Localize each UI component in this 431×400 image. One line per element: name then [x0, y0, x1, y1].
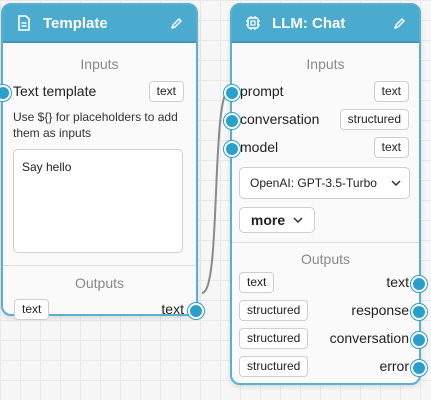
input-label: model — [240, 139, 279, 155]
pencil-icon[interactable] — [168, 15, 184, 31]
output-row-text: text text — [3, 295, 204, 323]
template-textarea[interactable]: Say hello — [13, 149, 183, 253]
input-row-model: model text — [224, 133, 419, 161]
type-badge: text — [239, 271, 275, 293]
template-node[interactable]: Template Inputs Text template text Use $… — [0, 3, 204, 320]
type-badge: text — [14, 298, 50, 320]
input-handle[interactable] — [224, 113, 240, 129]
llm-node-title: LLM: Chat — [272, 14, 346, 32]
output-label: conversation — [329, 330, 409, 346]
more-button[interactable]: more — [239, 207, 315, 233]
type-badge: structured — [239, 355, 309, 377]
pencil-icon[interactable] — [391, 15, 407, 31]
chevron-down-icon — [293, 217, 303, 223]
chevron-down-icon — [391, 180, 401, 186]
output-row-conversation: structured conversation — [232, 324, 427, 352]
input-handle[interactable] — [224, 141, 240, 157]
outputs-heading: Outputs — [300, 251, 351, 267]
input-handle[interactable] — [224, 85, 240, 101]
input-label: prompt — [240, 83, 284, 99]
output-label: response — [351, 302, 409, 318]
type-badge: text — [373, 80, 409, 102]
model-select[interactable]: OpenAI: GPT-3.5-Turbo — [239, 167, 410, 199]
inputs-heading: Inputs — [80, 56, 119, 72]
document-icon — [15, 14, 33, 32]
output-row-text: text text — [232, 268, 427, 296]
chip-icon — [244, 14, 262, 32]
input-row-prompt: prompt text — [224, 77, 419, 105]
type-badge: text — [373, 136, 409, 158]
llm-chat-node[interactable]: LLM: Chat Inputs prompt text conversatio… — [224, 3, 427, 385]
input-label: Text template — [13, 83, 97, 99]
more-label: more — [250, 212, 286, 228]
outputs-heading: Outputs — [74, 275, 125, 291]
template-node-header[interactable]: Template — [3, 5, 196, 43]
output-handle[interactable] — [188, 303, 204, 319]
section-divider — [3, 265, 196, 266]
input-row-conversation: conversation structured — [224, 105, 419, 133]
output-label: error — [379, 358, 409, 374]
output-label: text — [386, 274, 409, 290]
model-select-value: OpenAI: GPT-3.5-Turbo — [250, 176, 377, 190]
output-label: text — [161, 301, 184, 317]
type-badge: structured — [239, 299, 309, 321]
placeholder-hint: Use ${} for placeholders to add them as … — [13, 110, 178, 140]
output-row-response: structured response — [232, 296, 427, 324]
llm-node-header[interactable]: LLM: Chat — [232, 5, 419, 43]
input-row-text-template: Text template text — [0, 77, 196, 105]
type-badge: structured — [239, 327, 309, 349]
type-badge: text — [148, 80, 184, 102]
section-divider — [232, 242, 419, 243]
output-handle[interactable] — [411, 332, 427, 348]
output-handle[interactable] — [411, 360, 427, 376]
inputs-heading: Inputs — [306, 56, 345, 72]
type-badge: structured — [339, 108, 409, 130]
output-handle[interactable] — [411, 304, 427, 320]
input-label: conversation — [240, 111, 320, 127]
output-handle[interactable] — [411, 276, 427, 292]
output-row-error: structured error — [232, 352, 427, 380]
input-handle[interactable] — [0, 85, 11, 101]
template-node-title: Template — [43, 14, 108, 32]
